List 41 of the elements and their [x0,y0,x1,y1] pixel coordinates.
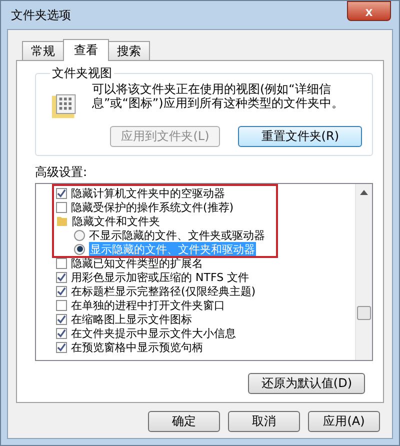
dialog-button[interactable]: 应用(A) [308,411,380,432]
folder-view-icon [50,92,78,120]
checkbox[interactable] [56,272,67,282]
setting-label: 在文件夹提示中显示文件大小信息 [71,326,236,340]
checkbox[interactable] [56,188,67,198]
setting-label: 在预览窗格中显示预览句柄 [71,340,203,354]
description-text: 可以将该文件夹正在使用的视图(例如“详细信息”或“图标”)应用到所有这种类型的文件夹中。 [92,82,344,110]
checkbox[interactable] [56,300,67,310]
folder-button[interactable]: 重置文件夹(R) [238,126,362,147]
tab[interactable]: 搜索 [108,41,150,60]
setting-label: 在单独的进程中打开文件夹窗口 [71,298,225,312]
section-label: 高级设置: [35,164,88,181]
checkbox[interactable] [56,314,67,324]
radio-button[interactable] [74,230,85,240]
setting-label: 显示隐藏的文件、文件夹和驱动器 [89,242,256,256]
checkbox[interactable] [56,342,67,352]
scroll-up-icon[interactable] [360,190,368,195]
scroll-thumb[interactable] [357,306,371,320]
setting-label: 用彩色显示加密或压缩的 NTFS 文件 [71,270,250,284]
checkbox[interactable] [56,258,67,268]
checkbox[interactable] [56,328,67,338]
checkbox[interactable] [56,202,67,212]
setting-label: 在标题栏显示完整路径(仅限经典主题) [71,284,256,298]
group-title: 文件夹视图 [51,65,113,82]
scrollbar[interactable] [355,184,372,360]
close-button[interactable]: x [347,1,391,21]
restore-defaults-button[interactable]: 还原为默认值(D) [248,373,365,394]
setting-label: 隐藏受保护的操作系统文件(推荐) [71,200,234,214]
folder-icon [56,215,68,227]
dialog-button[interactable]: 取消 [228,411,300,432]
tab[interactable]: 常规 [22,41,64,60]
setting-label: 隐藏计算机文件夹中的空驱动器 [71,186,225,200]
window-title: 文件夹选项 [11,6,71,24]
setting-label: 在缩略图上显示文件图标 [71,312,192,326]
setting-label: 隐藏已知文件类型的扩展名 [71,256,203,270]
checkbox[interactable] [56,286,67,296]
radio-button[interactable] [74,244,85,254]
dialog-button[interactable]: 确定 [148,411,220,432]
setting-label: 隐藏文件和文件夹 [72,214,160,228]
setting-label: 不显示隐藏的文件、文件夹或驱动器 [89,228,265,242]
tab[interactable]: 查看 [63,39,109,61]
